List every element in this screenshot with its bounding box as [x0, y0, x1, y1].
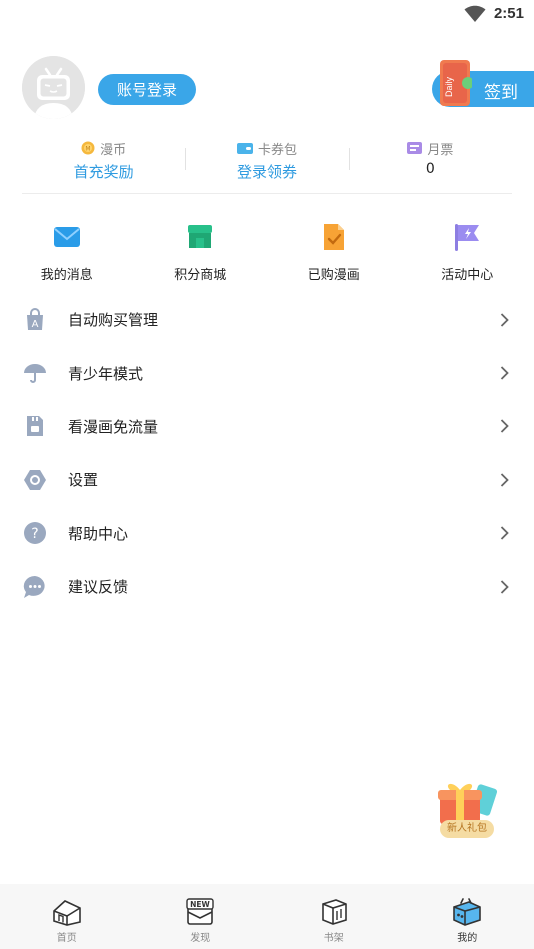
chevron-right-icon — [500, 580, 509, 594]
shopping-bag-icon: A — [27, 307, 43, 330]
bookshelf-icon — [321, 899, 347, 925]
umbrella-icon — [24, 364, 46, 384]
discover-new-badge: NEW — [190, 900, 210, 909]
wallet-coins-title: 漫币 — [100, 142, 127, 158]
tab-discover[interactable]: NEW 发现 — [134, 884, 268, 949]
wallet-monthly-value: 0 — [425, 161, 435, 177]
discover-new-icon: NEW — [186, 898, 214, 925]
login-button[interactable]: 账号登录 — [98, 74, 196, 105]
bottom-tab-bar: 首页 NEW 发现 书架 我的 — [0, 884, 534, 949]
wallet-monthly-title: 月票 — [427, 142, 454, 158]
chevron-right-icon — [500, 419, 509, 434]
wallet-coins[interactable]: M 漫币 首充奖励 — [22, 138, 185, 193]
newcomer-gift-label: 新人礼包 — [440, 820, 494, 838]
quick-events-label: 活动中心 — [441, 268, 494, 283]
flag-icon — [455, 224, 480, 251]
purchased-comic-icon — [323, 224, 344, 250]
menu-help-label: 帮助中心 — [68, 524, 129, 543]
quick-messages-label: 我的消息 — [40, 268, 93, 283]
chevron-right-icon — [500, 473, 509, 487]
svg-text:?: ? — [31, 526, 38, 542]
coin-icon: M — [81, 141, 95, 155]
ticket-wallet-icon — [236, 142, 253, 154]
menu-help[interactable]: ? 帮助中心 — [0, 507, 534, 560]
svg-text:M: M — [86, 146, 91, 153]
menu-feedback-label: 建议反馈 — [68, 578, 129, 597]
tab-home-label: 首页 — [56, 933, 77, 944]
mine-tv-icon — [453, 898, 482, 926]
menu-free-data-label: 看漫画免流量 — [68, 417, 159, 436]
quick-events[interactable]: 活动中心 — [401, 222, 534, 283]
tab-discover-label: 发现 — [190, 933, 211, 944]
home-icon — [52, 900, 81, 926]
monthly-ticket-icon — [407, 142, 423, 154]
checkin-label: 签到 — [484, 83, 518, 103]
daily-card-text: Daily — [444, 76, 454, 97]
menu-feedback[interactable]: 建议反馈 — [0, 560, 534, 613]
wifi-icon — [464, 5, 486, 22]
menu-settings[interactable]: 设置 — [0, 453, 534, 506]
help-icon: ? — [24, 522, 46, 545]
settings-menu: A 自动购买管理 青少年模式 看漫画免流量 设置 ? 帮助中心 建议反馈 — [0, 293, 534, 613]
quick-messages[interactable]: 我的消息 — [0, 222, 134, 283]
quick-actions: 我的消息 积分商城 已购漫画 活动中心 — [0, 222, 534, 283]
checkin-button[interactable]: Daily 签到 — [432, 60, 534, 107]
quick-shop[interactable]: 积分商城 — [134, 222, 268, 283]
tab-mine-label: 我的 — [457, 933, 478, 944]
default-avatar-icon — [22, 56, 85, 119]
chevron-right-icon — [500, 526, 509, 540]
menu-auto-purchase-label: 自动购买管理 — [68, 311, 159, 330]
quick-purchased[interactable]: 已购漫画 — [267, 222, 401, 283]
avatar[interactable] — [22, 56, 85, 119]
quick-shop-label: 积分商城 — [174, 268, 227, 283]
wallet-monthly[interactable]: 月票 0 — [348, 138, 512, 193]
tab-bookshelf-label: 书架 — [323, 933, 344, 944]
daily-card-icon: Daily — [440, 60, 472, 106]
wallet-row: M 漫币 首充奖励 卡券包 登录领券 月票 0 — [22, 138, 512, 194]
feedback-icon — [23, 575, 45, 598]
menu-teen-mode-label: 青少年模式 — [68, 364, 144, 383]
shop-icon — [188, 225, 213, 248]
status-bar: 2:51 — [0, 0, 534, 30]
wallet-coins-value: 首充奖励 — [73, 163, 134, 181]
svg-text:A: A — [32, 319, 39, 330]
tab-home[interactable]: 首页 — [0, 884, 134, 949]
wallet-tickets-title: 卡券包 — [257, 142, 297, 158]
chevron-right-icon — [500, 313, 509, 327]
tab-mine[interactable]: 我的 — [401, 884, 534, 949]
profile-header: 账号登录 Daily 签到 — [22, 56, 534, 122]
mail-icon — [53, 227, 80, 247]
newcomer-gift-button[interactable]: 新人礼包 — [434, 780, 500, 840]
sim-card-icon — [27, 416, 43, 437]
menu-auto-purchase[interactable]: A 自动购买管理 — [0, 293, 534, 346]
menu-teen-mode[interactable]: 青少年模式 — [0, 346, 534, 399]
menu-settings-label: 设置 — [68, 471, 99, 490]
chevron-right-icon — [500, 366, 509, 380]
status-time: 2:51 — [493, 5, 524, 22]
wallet-tickets-value: 登录领券 — [236, 163, 297, 181]
tab-bookshelf[interactable]: 书架 — [267, 884, 401, 949]
quick-purchased-label: 已购漫画 — [307, 268, 360, 283]
settings-icon — [24, 469, 46, 490]
menu-free-data[interactable]: 看漫画免流量 — [0, 400, 534, 453]
wallet-tickets[interactable]: 卡券包 登录领券 — [185, 138, 348, 193]
